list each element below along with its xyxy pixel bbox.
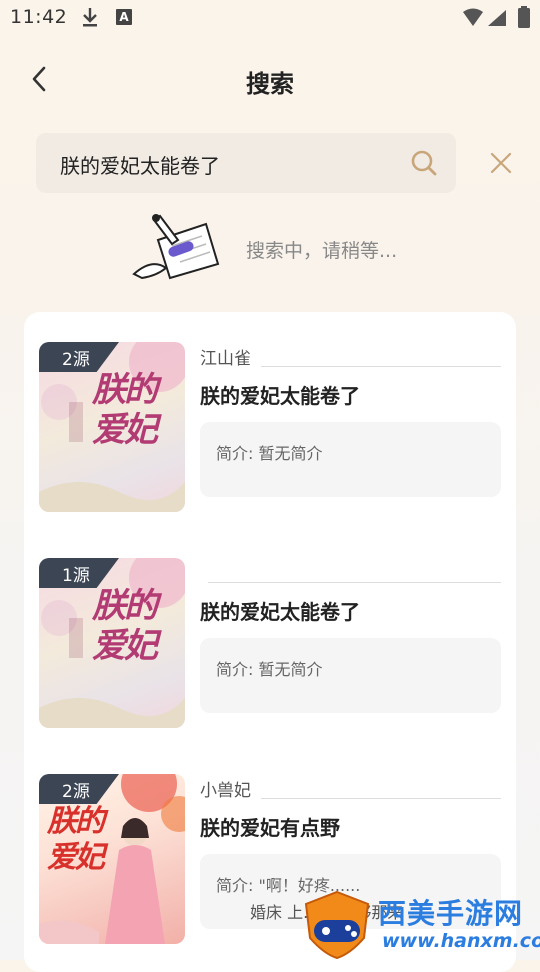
notification-a-icon: A (116, 9, 132, 25)
searching-text: 搜索中，请稍等... (246, 240, 398, 262)
page-title: 搜索 (246, 70, 294, 98)
cover-title: 朕的爱妃 (47, 804, 105, 875)
cover-title: 朕的爱妃 (92, 370, 158, 450)
download-icon (83, 8, 97, 27)
book-cover[interactable]: 朕的爱妃 2源 (39, 774, 185, 944)
book-cover[interactable]: 朕的爱妃 2源 (39, 342, 185, 512)
battery-icon (518, 6, 530, 28)
search-query-text[interactable]: 朕的爱妃太能卷了 (60, 150, 220, 179)
book-author: 江山雀 (200, 349, 251, 369)
divider (261, 798, 501, 799)
book-intro: 简介: 暂无简介 (200, 638, 501, 713)
book-title[interactable]: 朕的爱妃太能卷了 (200, 596, 360, 625)
watermark: 西美手游网 www.hanxm.com (300, 890, 540, 960)
searching-illustration-icon (132, 214, 220, 280)
book-intro-text: 简介: 暂无简介 (216, 660, 323, 679)
signal-icon (488, 10, 506, 26)
list-item[interactable]: 朕的爱妃 2源 江山雀 朕的爱妃太能卷了 简介: 暂无简介 (39, 342, 501, 514)
status-bar: 11:42 A (0, 0, 540, 36)
book-intro-text: 简介: 暂无简介 (216, 444, 323, 463)
book-author: 小兽妃 (200, 781, 251, 801)
divider (261, 366, 501, 367)
search-icon[interactable] (410, 149, 438, 177)
book-title[interactable]: 朕的爱妃太能卷了 (200, 380, 360, 409)
divider (208, 582, 501, 583)
list-item[interactable]: 朕的爱妃 1源 朕的爱妃太能卷了 简介: 暂无简介 (39, 558, 501, 730)
watermark-url: www.hanxm.com (382, 930, 540, 952)
book-title[interactable]: 朕的爱妃有点野 (200, 812, 340, 841)
searching-indicator: 搜索中，请稍等... (0, 210, 540, 280)
gamepad-shield-icon (304, 890, 370, 960)
book-cover[interactable]: 朕的爱妃 1源 (39, 558, 185, 728)
search-input[interactable]: 朕的爱妃太能卷了 (36, 133, 456, 193)
status-time: 11:42 (10, 6, 68, 28)
book-intro: 简介: 暂无简介 (200, 422, 501, 497)
wifi-icon (463, 8, 483, 26)
header: 搜索 (0, 50, 540, 110)
close-icon[interactable] (488, 150, 514, 176)
watermark-name: 西美手游网 (378, 897, 524, 930)
cover-title: 朕的爱妃 (92, 586, 158, 666)
results-list: 朕的爱妃 2源 江山雀 朕的爱妃太能卷了 简介: 暂无简介 朕的爱妃 1源 朕的… (24, 312, 516, 972)
